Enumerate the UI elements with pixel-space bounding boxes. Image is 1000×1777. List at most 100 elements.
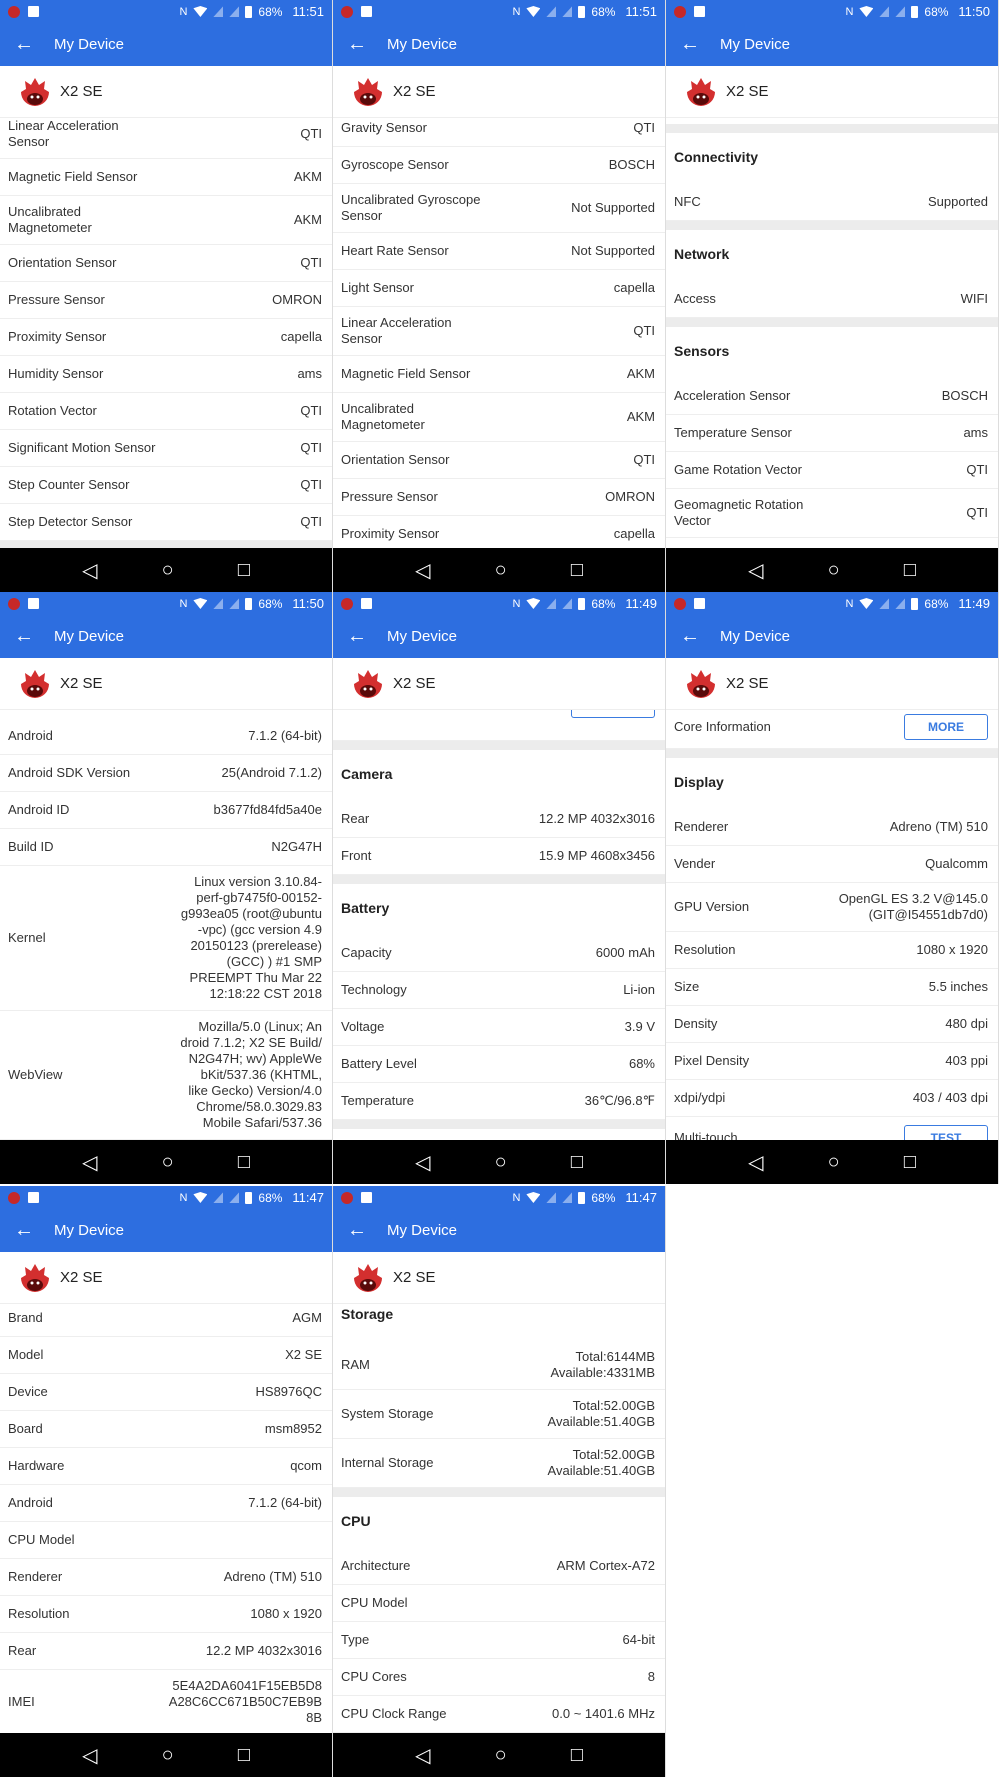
back-nav-icon[interactable]: ◁ bbox=[748, 558, 763, 583]
wifi-icon bbox=[526, 6, 541, 17]
recents-nav-icon[interactable]: □ bbox=[238, 1151, 250, 1174]
back-nav-icon[interactable]: ◁ bbox=[82, 1150, 97, 1175]
recents-nav-icon[interactable]: □ bbox=[571, 559, 583, 582]
page-title: My Device bbox=[387, 36, 458, 53]
back-nav-icon[interactable]: ◁ bbox=[748, 1150, 763, 1175]
back-arrow-icon[interactable]: ← bbox=[14, 625, 54, 648]
list-item: System Storage Total:52.00GB Available:51… bbox=[333, 1390, 665, 1439]
item-label: Gyroscope Sensor bbox=[341, 157, 449, 172]
home-nav-icon[interactable]: ○ bbox=[162, 1151, 174, 1174]
item-label: Renderer bbox=[674, 819, 729, 834]
item-label: Step Counter Sensor bbox=[8, 477, 130, 492]
item-value: 480 dpi bbox=[945, 1016, 988, 1031]
item-value: 68% bbox=[628, 1056, 655, 1071]
recents-nav-icon[interactable]: □ bbox=[571, 1744, 583, 1767]
signal-icon bbox=[562, 1192, 573, 1203]
item-label: WebView bbox=[8, 1067, 63, 1082]
recents-nav-icon[interactable]: □ bbox=[238, 1744, 250, 1767]
action-button[interactable]: MORE bbox=[904, 714, 988, 740]
list-item: CPU Model bbox=[0, 1522, 332, 1559]
home-nav-icon[interactable]: ○ bbox=[495, 559, 507, 582]
back-arrow-icon[interactable]: ← bbox=[347, 33, 387, 56]
info-list[interactable]: Android 7.1.2 (64-bit) Android SDK Version… bbox=[0, 710, 332, 1140]
recents-nav-icon[interactable]: □ bbox=[571, 1151, 583, 1174]
phone-screenshot: N 68% 11:51 ← My Device X2 SE Linear Accele… bbox=[0, 0, 333, 592]
back-arrow-icon[interactable]: ← bbox=[347, 1219, 387, 1242]
antutu-logo-icon bbox=[21, 1263, 49, 1292]
item-value: ams bbox=[297, 366, 322, 381]
back-arrow-icon[interactable]: ← bbox=[680, 625, 720, 648]
back-nav-icon[interactable]: ◁ bbox=[415, 1150, 430, 1175]
item-value: QTI bbox=[300, 514, 322, 529]
back-arrow-icon[interactable]: ← bbox=[14, 1219, 54, 1242]
item-label: Renderer bbox=[8, 1569, 63, 1584]
back-nav-icon[interactable]: ◁ bbox=[415, 558, 430, 583]
device-name: X2 SE bbox=[60, 675, 103, 692]
info-list[interactable]: Core Information MORE Display Renderer Adren… bbox=[666, 710, 998, 1140]
signal-icon bbox=[213, 1192, 224, 1203]
page-title: My Device bbox=[387, 1222, 458, 1239]
action-button[interactable] bbox=[571, 710, 655, 718]
back-arrow-icon[interactable]: ← bbox=[14, 33, 54, 56]
item-label: Orientation Sensor bbox=[8, 255, 117, 270]
list-item: NFC Supported bbox=[666, 184, 998, 221]
navigation-bar: ◁ ○ □ bbox=[0, 1733, 332, 1777]
home-nav-icon[interactable]: ○ bbox=[828, 559, 840, 582]
item-value: QTI bbox=[300, 477, 322, 492]
device-header: X2 SE bbox=[0, 658, 332, 710]
info-list[interactable]: Linear Acceleration Sensor QTI Magnetic Fi… bbox=[0, 118, 332, 548]
home-nav-icon[interactable]: ○ bbox=[162, 559, 174, 582]
recents-nav-icon[interactable]: □ bbox=[904, 559, 916, 582]
list-item: GPU Version OpenGL ES 3.2 V@145.0 (GIT@I5… bbox=[666, 883, 998, 932]
item-value: OpenGL ES 3.2 V@145.0 (GIT@I54551db7d0) bbox=[838, 891, 988, 922]
item-value: HS8976QC bbox=[255, 1384, 322, 1399]
back-arrow-icon[interactable]: ← bbox=[347, 625, 387, 648]
home-nav-icon[interactable]: ○ bbox=[495, 1151, 507, 1174]
info-list[interactable]: Camera Rear 12.2 MP 4032x3016 Front 15.9 MP … bbox=[333, 710, 665, 1140]
item-label: Board bbox=[8, 1421, 43, 1436]
info-list[interactable]: Connectivity NFC Supported Network Access WIF… bbox=[666, 118, 998, 548]
list-item: Orientation Sensor QTI bbox=[333, 442, 665, 479]
home-nav-icon[interactable]: ○ bbox=[495, 1744, 507, 1767]
device-header: X2 SE bbox=[333, 1252, 665, 1304]
antutu-logo-icon bbox=[354, 1263, 382, 1292]
page-title: My Device bbox=[387, 628, 458, 645]
recents-nav-icon[interactable]: □ bbox=[904, 1151, 916, 1174]
section-divider bbox=[666, 749, 998, 758]
device-name: X2 SE bbox=[393, 83, 436, 100]
home-nav-icon[interactable]: ○ bbox=[162, 1744, 174, 1767]
item-label: Geomagnetic Rotation Vector bbox=[674, 497, 804, 528]
back-nav-icon[interactable]: ◁ bbox=[82, 1743, 97, 1768]
action-button[interactable]: TEST bbox=[904, 1125, 988, 1140]
info-list[interactable]: Gravity Sensor QTI Gyroscope Sensor BOSCH Un… bbox=[333, 118, 665, 548]
antutu-notification-icon bbox=[8, 5, 20, 18]
info-list[interactable]: Storage RAM Total:6144MB Available:4331MB S… bbox=[333, 1304, 665, 1734]
item-value: 403 ppi bbox=[945, 1053, 988, 1068]
antutu-notification-icon bbox=[674, 5, 686, 18]
list-item: Type 64-bit bbox=[333, 1622, 665, 1659]
antutu-notification-icon bbox=[341, 597, 353, 610]
info-list[interactable]: Brand AGM Model X2 SE Device HS8976QC Board msm… bbox=[0, 1304, 332, 1734]
item-label: Pressure Sensor bbox=[8, 292, 105, 307]
home-nav-icon[interactable]: ○ bbox=[828, 1151, 840, 1174]
item-value: 15.9 MP 4608x3456 bbox=[538, 848, 655, 863]
antutu-logo-icon bbox=[354, 77, 382, 106]
back-nav-icon[interactable]: ◁ bbox=[82, 558, 97, 583]
device-header: X2 SE bbox=[333, 658, 665, 710]
back-nav-icon[interactable]: ◁ bbox=[415, 1743, 430, 1768]
device-name: X2 SE bbox=[60, 1269, 103, 1286]
item-label: Step Detector Sensor bbox=[8, 514, 133, 529]
clock: 11:51 bbox=[625, 4, 657, 19]
item-label: Light Sensor bbox=[341, 280, 414, 295]
item-label: Heart Rate Sensor bbox=[341, 243, 449, 258]
device-name: X2 SE bbox=[726, 83, 769, 100]
recents-nav-icon[interactable]: □ bbox=[238, 559, 250, 582]
signal-icon bbox=[546, 1192, 557, 1203]
item-label: Density bbox=[674, 1016, 718, 1031]
list-item: Android 7.1.2 (64-bit) bbox=[0, 1485, 332, 1522]
list-item: Magnetic Field Sensor AKM bbox=[333, 356, 665, 393]
item-label: Android bbox=[8, 1495, 53, 1510]
item-value: QTI bbox=[300, 126, 322, 141]
back-arrow-icon[interactable]: ← bbox=[680, 33, 720, 56]
list-item: Proximity Sensor capella bbox=[0, 319, 332, 356]
